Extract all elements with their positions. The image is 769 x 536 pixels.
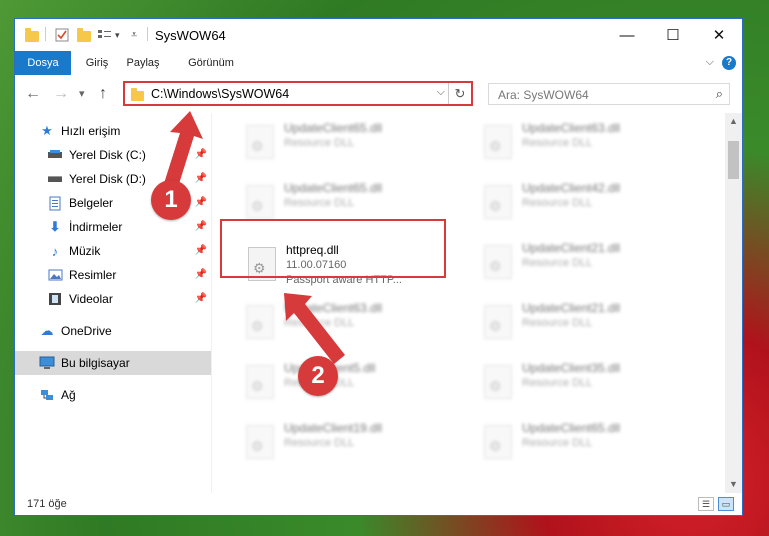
step-1-badge: 1 xyxy=(151,180,191,220)
annotation-arrows xyxy=(160,111,345,364)
arrow-2-shape xyxy=(284,293,345,364)
step-2-badge: 2 xyxy=(298,356,338,396)
